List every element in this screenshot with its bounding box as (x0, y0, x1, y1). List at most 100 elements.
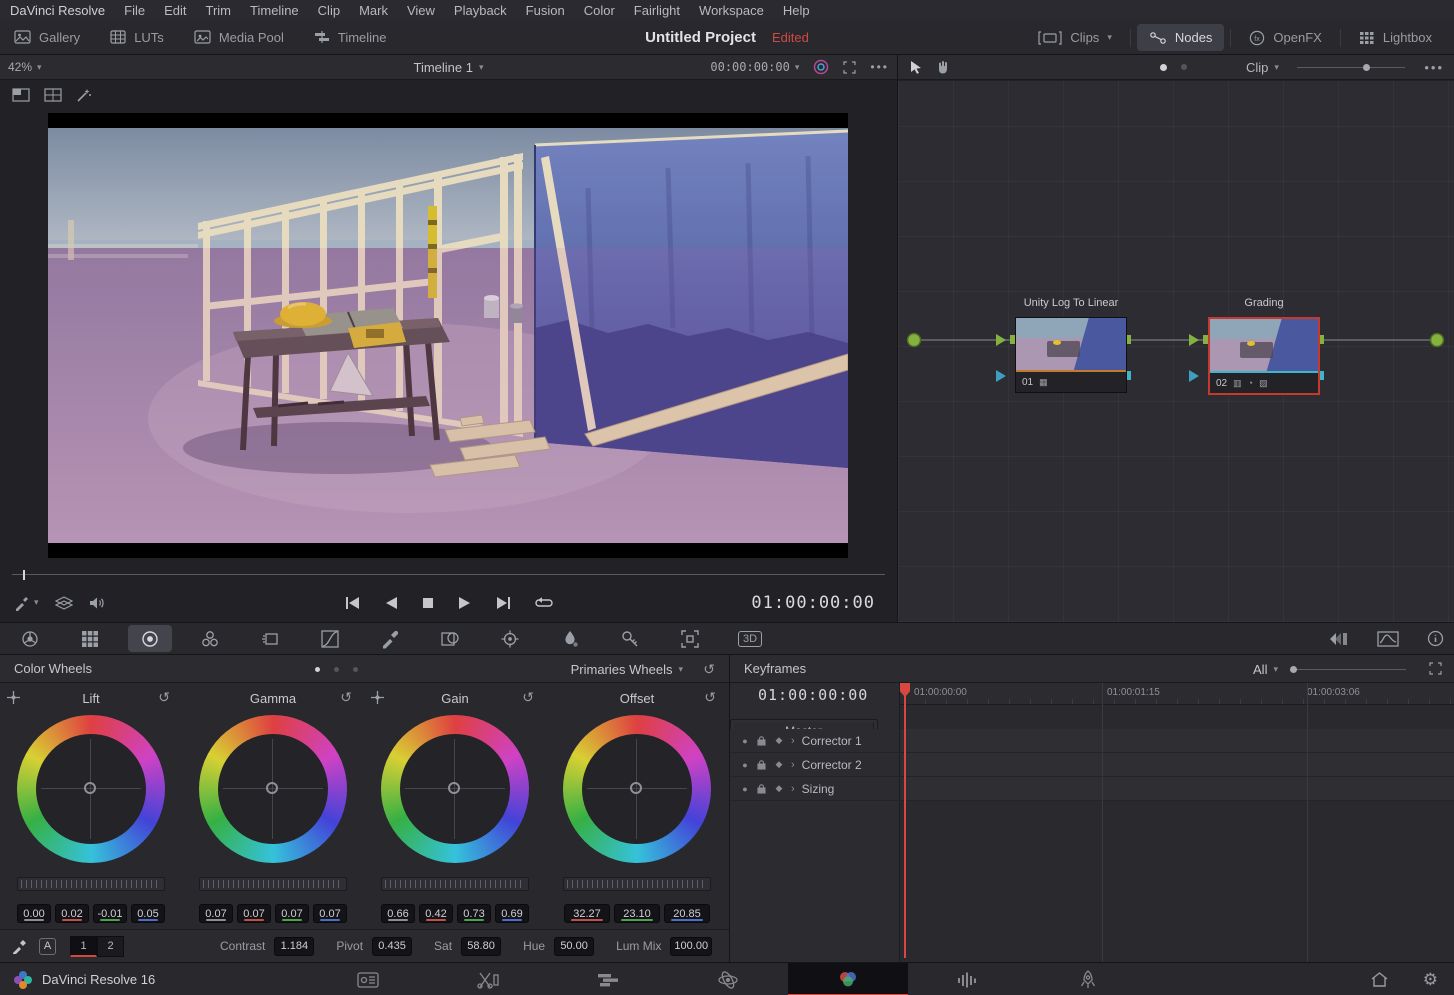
fusion-page-tab[interactable] (668, 963, 788, 995)
keyframes-ruler[interactable]: 01:00:00:00 01:00:01:15 01:00:03:06 (900, 683, 1454, 705)
enable-dot-icon[interactable]: ● (740, 736, 750, 746)
menu-view[interactable]: View (407, 3, 435, 18)
gamma-wheel[interactable] (199, 715, 347, 863)
openfx-button[interactable]: fx OpenFX (1237, 20, 1333, 55)
motion-effects-icon[interactable] (248, 625, 292, 652)
lum-mix-value[interactable]: 100.00 (670, 937, 712, 956)
menu-workspace[interactable]: Workspace (699, 3, 764, 18)
gain-y-value[interactable]: 0.66 (381, 904, 415, 923)
chevron-down-icon[interactable]: ▾ (479, 62, 484, 73)
menu-edit[interactable]: Edit (164, 3, 186, 18)
lift-g-value[interactable]: -0.01 (93, 904, 127, 923)
gamma-g-value[interactable]: 0.07 (275, 904, 309, 923)
cut-page-tab[interactable] (428, 963, 548, 995)
pointer-tool-icon[interactable] (910, 60, 922, 74)
video-preview[interactable] (48, 113, 848, 558)
keyframes-playhead[interactable] (904, 683, 906, 958)
keyframe-diamond-icon[interactable]: ◆ (774, 759, 784, 770)
keyframes-zoom-slider[interactable] (1290, 669, 1406, 670)
node-2-selected[interactable]: 02 ▥ ◔ ▨ (1208, 317, 1320, 395)
palette-page-dots[interactable] (315, 667, 358, 672)
grid-view-icon[interactable] (44, 88, 62, 102)
scrub-track[interactable] (12, 574, 885, 575)
offset-g-value[interactable]: 23.10 (614, 904, 660, 923)
project-title[interactable]: Untitled Project (645, 29, 756, 46)
edit-page-tab[interactable] (548, 963, 668, 995)
node-graph-canvas[interactable]: Unity Log To Linear Grading 01 ▦ 02 ▥ ◔ … (898, 81, 1454, 622)
app-menu[interactable]: DaVinci Resolve (10, 3, 105, 18)
gamma-master-slider[interactable] (199, 877, 347, 891)
luts-button[interactable]: LUTs (110, 20, 164, 55)
lift-wheel[interactable] (17, 715, 165, 863)
pivot-value[interactable]: 0.435 (372, 937, 412, 956)
gamma-b-value[interactable]: 0.07 (313, 904, 347, 923)
skip-forward-button[interactable] (495, 596, 511, 610)
fairlight-page-tab[interactable] (908, 963, 1028, 995)
keyframes-filter[interactable]: All ▾ (1253, 655, 1278, 683)
gain-r-value[interactable]: 0.42 (419, 904, 453, 923)
color-wheels-icon[interactable] (128, 625, 172, 652)
skip-back-button[interactable] (345, 596, 361, 610)
offset-master-slider[interactable] (563, 877, 711, 891)
reset-all-icon[interactable]: ↺ (703, 655, 715, 683)
node-1[interactable]: 01 ▦ (1015, 317, 1127, 393)
timeline-selector[interactable]: Timeline 1 (413, 60, 472, 75)
node-more-options-icon[interactable]: ••• (1424, 60, 1444, 75)
node-zoom-slider[interactable] (1297, 67, 1405, 68)
curves-icon[interactable] (308, 625, 352, 652)
gamma-reset-icon[interactable]: ↺ (340, 689, 352, 706)
menu-fusion[interactable]: Fusion (526, 3, 565, 18)
sizing-icon[interactable] (668, 625, 712, 652)
lock-icon[interactable] (757, 760, 767, 770)
lift-r-value[interactable]: 0.02 (55, 904, 89, 923)
scrub-playhead[interactable] (23, 570, 25, 580)
menu-playback[interactable]: Playback (454, 3, 507, 18)
media-pool-button[interactable]: Media Pool (194, 20, 284, 55)
contrast-value[interactable]: 1.184 (274, 937, 314, 956)
stereo-3d-icon[interactable]: 3D (728, 625, 772, 652)
menu-fairlight[interactable]: Fairlight (634, 3, 680, 18)
stop-button[interactable] (422, 597, 434, 609)
nodes-button[interactable]: Nodes (1137, 24, 1225, 51)
menu-timeline[interactable]: Timeline (250, 3, 299, 18)
gain-master-slider[interactable] (381, 877, 529, 891)
viewer-scrub-bar[interactable] (12, 570, 885, 580)
lightbox-button[interactable]: Lightbox (1347, 20, 1444, 55)
gamma-wheel-puck[interactable] (266, 782, 278, 794)
play-button[interactable] (458, 596, 471, 610)
keyframe-diamond-icon[interactable]: ◆ (774, 783, 784, 794)
node-zoom-thumb[interactable] (1363, 64, 1370, 71)
gain-reset-icon[interactable]: ↺ (522, 689, 534, 706)
clip-timecode[interactable]: 00:00:00:00 (710, 60, 789, 74)
tracker-icon[interactable] (488, 625, 532, 652)
picker-icon[interactable] (12, 939, 27, 954)
keyframes-zoom-thumb[interactable] (1290, 666, 1297, 673)
key-icon[interactable] (608, 625, 652, 652)
node-view-dot[interactable] (1181, 64, 1187, 70)
shot-match-icon[interactable] (1327, 631, 1349, 647)
offset-wheel[interactable] (563, 715, 711, 863)
split-screen-icon[interactable] (12, 88, 30, 102)
bypass-grades-icon[interactable] (813, 59, 829, 75)
auto-balance-button[interactable]: A (39, 938, 56, 955)
settings-gear-icon[interactable]: ⚙ (1423, 970, 1438, 990)
color-match-icon[interactable] (68, 625, 112, 652)
keyframe-diamond-icon[interactable]: ◆ (774, 735, 784, 746)
gain-wheel[interactable] (381, 715, 529, 863)
sat-value[interactable]: 58.80 (461, 937, 501, 956)
gallery-button[interactable]: Gallery (14, 20, 80, 55)
lock-icon[interactable] (757, 736, 767, 746)
play-reverse-button[interactable] (385, 596, 398, 610)
gain-wheel-puck[interactable] (448, 782, 460, 794)
menu-color[interactable]: Color (584, 3, 615, 18)
lift-master-slider[interactable] (17, 877, 165, 891)
lift-b-value[interactable]: 0.05 (131, 904, 165, 923)
expand-track-chevron[interactable]: › (791, 783, 795, 795)
color-page-tab[interactable] (788, 963, 908, 995)
offset-reset-icon[interactable]: ↺ (704, 689, 716, 706)
menu-trim[interactable]: Trim (206, 3, 232, 18)
chevron-down-icon[interactable]: ▾ (1274, 62, 1279, 73)
more-options-icon[interactable]: ••• (870, 60, 889, 74)
gain-b-value[interactable]: 0.69 (495, 904, 529, 923)
gamma-y-value[interactable]: 0.07 (199, 904, 233, 923)
